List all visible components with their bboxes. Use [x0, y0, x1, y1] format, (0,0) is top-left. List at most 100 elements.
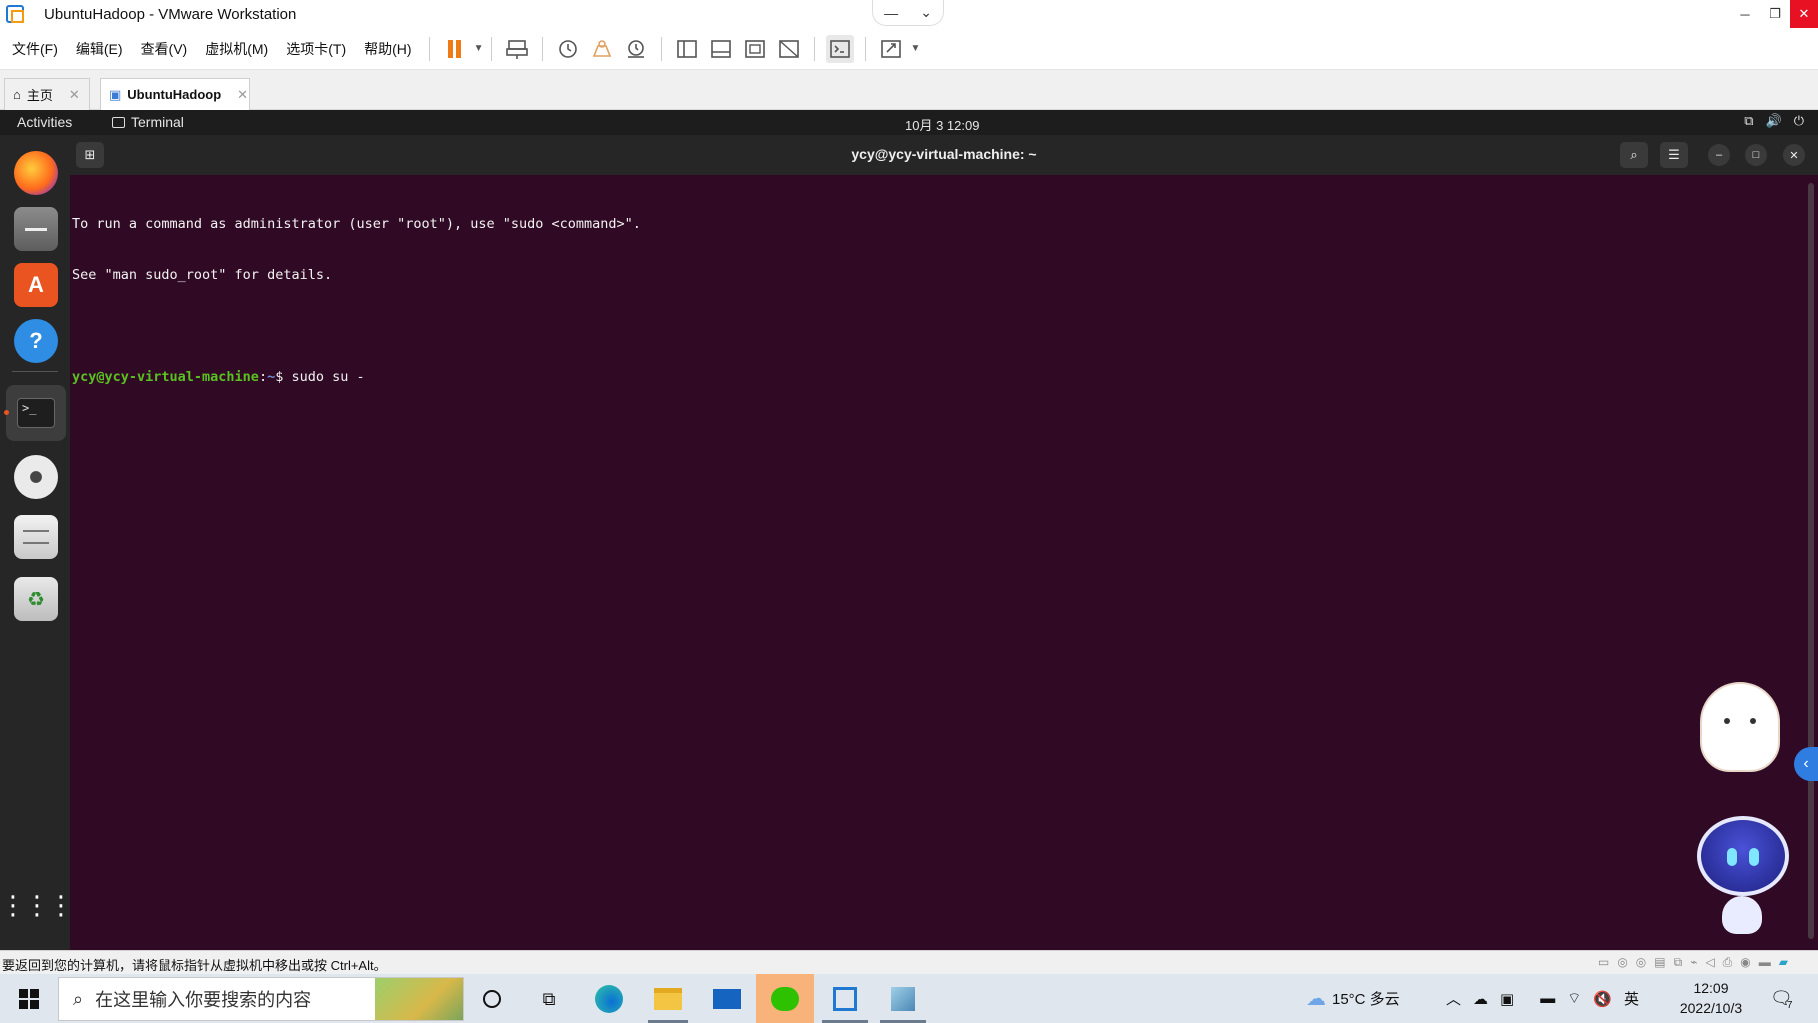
- message-log-icon[interactable]: ▰: [1779, 955, 1788, 970]
- taskbar-search-box[interactable]: ⌕ 在这里输入你要搜索的内容: [58, 977, 464, 1021]
- center-minimize-icon[interactable]: —: [884, 5, 898, 21]
- app-menu[interactable]: Terminal: [112, 114, 184, 130]
- sound-card-icon[interactable]: ◁: [1705, 955, 1714, 970]
- ime-indicator[interactable]: 英: [1624, 988, 1639, 1009]
- close-button[interactable]: ✕: [1790, 0, 1818, 28]
- sidebar-toggle-button[interactable]: [673, 35, 701, 63]
- unity-icon: [779, 39, 800, 58]
- task-view-button[interactable]: ⧉: [524, 979, 574, 1019]
- vm-icon: ▣: [109, 86, 122, 102]
- terminal-close-button[interactable]: ✕: [1783, 144, 1805, 166]
- terminal-maximize-button[interactable]: □: [1745, 144, 1767, 166]
- tray-app-icon[interactable]: ▣: [1500, 990, 1514, 1008]
- send-ctrl-alt-del-button[interactable]: [503, 35, 531, 63]
- terminal-header: ⊞ ycy@ycy-virtual-machine: ~ ⌕ ☰ – □ ✕: [70, 135, 1818, 175]
- menu-help[interactable]: 帮助(H): [355, 39, 420, 59]
- hard-disk-icon[interactable]: ▭: [1598, 955, 1609, 970]
- terminal-menu-button[interactable]: ☰: [1660, 142, 1688, 168]
- menu-view[interactable]: 查看(V): [132, 39, 197, 59]
- vmware-taskbar-button[interactable]: [820, 979, 870, 1019]
- restore-button[interactable]: ❐: [1760, 0, 1790, 28]
- dock-separator: [12, 371, 58, 372]
- app-menu-label: Terminal: [131, 114, 184, 130]
- full-screen-button[interactable]: [741, 35, 769, 63]
- pause-button[interactable]: [441, 35, 469, 63]
- floppy-icon[interactable]: [14, 515, 58, 559]
- terminal-output[interactable]: To run a command as administrator (user …: [72, 182, 641, 420]
- status-message: 要返回到您的计算机，请将鼠标指针从虚拟机中移出或按 Ctrl+Alt。: [2, 958, 387, 973]
- network-adapter-icon[interactable]: ⧉: [1674, 955, 1683, 970]
- app-grid-icon[interactable]: ⋮⋮⋮: [0, 883, 74, 927]
- tab-home[interactable]: ⌂ 主页 ✕: [4, 78, 90, 110]
- device-icons[interactable]: ▭ ◎ ◎ ▤ ⧉ ⌁ ◁ ⎙ ◉ ▬ ▰: [1598, 955, 1788, 970]
- snapshot-button[interactable]: [554, 35, 582, 63]
- mute-icon[interactable]: 🔇: [1593, 990, 1612, 1008]
- snapshot-manager-button[interactable]: [622, 35, 650, 63]
- trash-icon[interactable]: ♻: [14, 577, 58, 621]
- console-view-button[interactable]: [826, 34, 855, 63]
- mail-icon: [713, 989, 741, 1009]
- ubuntu-clock[interactable]: 10月 3 12:09: [905, 115, 979, 134]
- action-center-button[interactable]: 🗨 7: [1770, 974, 1793, 1023]
- system-tray[interactable]: ⧉ 🔊 ⏻: [1744, 113, 1804, 129]
- tab-ubuntuhadoop[interactable]: ▣ UbuntuHadoop ✕: [100, 78, 250, 110]
- terminal-icon[interactable]: >_: [6, 385, 66, 441]
- mascot-character-image: [1700, 682, 1780, 772]
- assistant-robot-image[interactable]: [1697, 816, 1789, 896]
- battery-icon[interactable]: ▬: [1540, 990, 1555, 1007]
- wifi-icon[interactable]: ⌔: [1567, 989, 1581, 1008]
- vmware-title-bar: UbuntuHadoop - VMware Workstation — ⌄ ─ …: [0, 0, 1818, 28]
- pause-dropdown-icon[interactable]: ▼: [474, 43, 484, 54]
- notepad-button[interactable]: [878, 979, 928, 1019]
- windows-start-button[interactable]: [4, 979, 54, 1019]
- software-icon[interactable]: A: [14, 263, 58, 307]
- toolbar-separator: [491, 36, 493, 61]
- wechat-button[interactable]: [756, 974, 814, 1023]
- edge-button[interactable]: [584, 979, 634, 1019]
- activities-button[interactable]: Activities: [17, 114, 72, 130]
- terminal-scrollbar[interactable]: [1808, 183, 1814, 939]
- minimize-button[interactable]: ─: [1730, 0, 1760, 28]
- notepad-icon: [891, 987, 915, 1011]
- menu-tabs[interactable]: 选项卡(T): [277, 39, 355, 59]
- cd-dvd-icon[interactable]: ◎: [1617, 955, 1627, 970]
- thumbnail-layout-icon: [711, 39, 732, 58]
- usb-icon[interactable]: ⌁: [1690, 955, 1697, 970]
- cd-dvd-2-icon[interactable]: ◎: [1636, 955, 1646, 970]
- menu-file[interactable]: 文件(F): [0, 39, 67, 59]
- cortana-button[interactable]: [467, 979, 517, 1019]
- tab-label: 主页: [26, 88, 53, 103]
- camera-icon[interactable]: ◉: [1740, 955, 1750, 970]
- printer-icon[interactable]: ⎙: [1723, 955, 1733, 970]
- stretch-dropdown-icon[interactable]: ▼: [910, 43, 920, 54]
- onedrive-icon[interactable]: ☁: [1473, 990, 1488, 1008]
- unity-button[interactable]: [775, 35, 803, 63]
- tab-close-icon[interactable]: ✕: [69, 87, 80, 103]
- disc-icon[interactable]: [14, 455, 58, 499]
- thumbnail-bar-button[interactable]: [707, 35, 735, 63]
- terminal-search-button[interactable]: ⌕: [1620, 142, 1648, 168]
- menu-vm[interactable]: 虚拟机(M): [196, 39, 277, 59]
- files-icon[interactable]: [14, 207, 58, 251]
- taskbar-clock[interactable]: 12:09 2022/10/3: [1668, 978, 1754, 1018]
- tab-close-icon[interactable]: ✕: [237, 87, 248, 103]
- title-dropdown-tab[interactable]: — ⌄: [872, 0, 944, 26]
- notification-area[interactable]: ︿ ☁ ▣ ▬ ⌔ 🔇 英: [1446, 974, 1639, 1023]
- help-icon[interactable]: ?: [14, 319, 58, 363]
- chevron-up-icon[interactable]: ︿: [1446, 988, 1461, 1009]
- stretch-button[interactable]: [877, 35, 905, 63]
- chevron-down-icon[interactable]: ⌄: [920, 4, 932, 21]
- display-icon[interactable]: ▬: [1759, 955, 1771, 970]
- weather-widget[interactable]: ☁ 15°C 多云: [1306, 974, 1400, 1023]
- menu-edit[interactable]: 编辑(E): [67, 39, 132, 59]
- console-icon: [830, 39, 851, 58]
- file-explorer-button[interactable]: [643, 979, 693, 1019]
- ubuntu-guest-screen[interactable]: Activities Terminal 10月 3 12:09 ⧉ 🔊 ⏻ A …: [0, 110, 1818, 950]
- mail-button[interactable]: [702, 979, 752, 1019]
- firefox-icon[interactable]: [14, 151, 58, 195]
- terminal-window[interactable]: ⊞ ycy@ycy-virtual-machine: ~ ⌕ ☰ – □ ✕ T…: [70, 135, 1818, 950]
- terminal-minimize-button[interactable]: –: [1708, 144, 1730, 166]
- revert-snapshot-button[interactable]: [588, 35, 616, 63]
- snapshot-clock-icon: [559, 39, 578, 58]
- floppy-status-icon[interactable]: ▤: [1654, 955, 1665, 970]
